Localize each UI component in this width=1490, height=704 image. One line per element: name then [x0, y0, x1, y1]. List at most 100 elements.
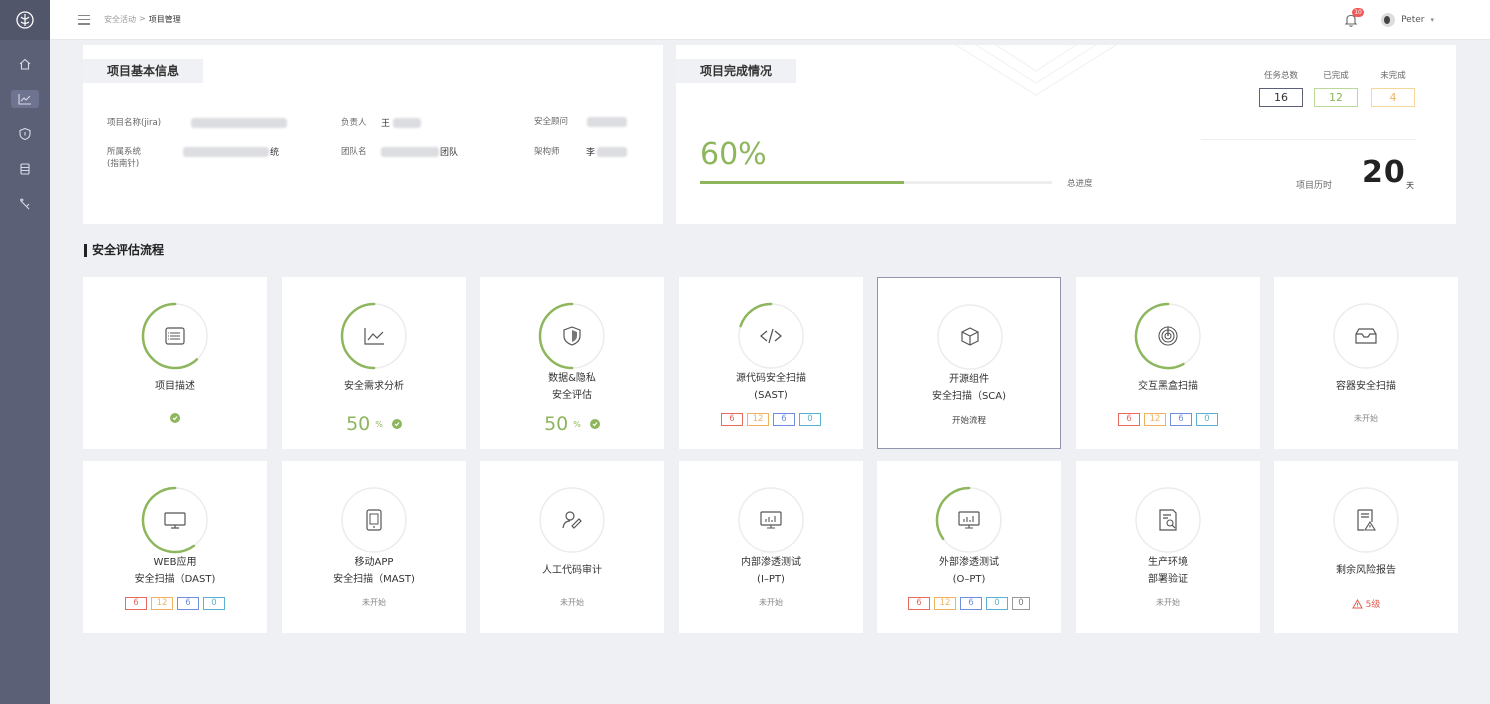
cube-icon	[937, 304, 1003, 370]
issue-count-cyan[interactable]: 0	[799, 413, 821, 426]
menu-toggle-icon[interactable]	[78, 14, 90, 25]
status-text: 未开始	[759, 598, 783, 607]
issue-count-red[interactable]: 6	[908, 597, 930, 610]
owner-label: 负责人	[341, 118, 367, 128]
basic-info-title: 项目基本信息	[83, 59, 204, 83]
card-title-line1: 剩余风险报告	[1336, 565, 1396, 576]
breadcrumb-item-activity[interactable]: 安全活动	[104, 14, 136, 25]
card-title-line1: 人工代码审计	[542, 565, 602, 576]
owner-value-blur	[393, 118, 421, 128]
card-title-line1: 外部渗透测试	[939, 557, 999, 568]
process-card-12[interactable]: 外部渗透测试 (O–PT) 6 12 6 0 0	[877, 461, 1061, 633]
shield-icon	[19, 127, 31, 140]
breadcrumb-separator: >	[139, 14, 146, 23]
notification-button[interactable]: 10	[1343, 8, 1365, 28]
sidebar-item-activity[interactable]	[0, 81, 50, 116]
wrench-icon	[20, 197, 30, 209]
process-card-1[interactable]: 项目描述	[83, 277, 267, 449]
card-title: 外部渗透测试 (O–PT)	[877, 554, 1061, 588]
duration-label: 项目历时	[1296, 181, 1333, 191]
system-label: 所属系统 (指南针)	[107, 146, 141, 170]
card-footer: 50%	[480, 413, 664, 435]
sidebar-item-tools[interactable]	[0, 186, 50, 221]
home-icon	[19, 58, 31, 70]
status-text: 未开始	[1354, 414, 1378, 423]
process-card-13[interactable]: 生产环境 部署验证 未开始	[1076, 461, 1260, 633]
duration-unit: 天	[1406, 181, 1414, 190]
sidebar-item-home[interactable]	[0, 46, 50, 81]
issue-count-orange[interactable]: 12	[1144, 413, 1166, 426]
card-title-line1: 开源组件	[949, 374, 989, 385]
user-menu[interactable]: Peter ▾	[1381, 13, 1434, 27]
card-title: 开源组件 安全扫描（SCA)	[878, 371, 1060, 405]
sidebar-item-security[interactable]	[0, 116, 50, 151]
advisor-label: 安全顾问	[534, 117, 569, 127]
team-label: 团队名	[341, 147, 367, 157]
card-percent-unit: %	[375, 419, 383, 429]
issue-count-blue[interactable]: 6	[960, 597, 982, 610]
issue-count-orange[interactable]: 12	[934, 597, 956, 610]
card-title-line1: 项目描述	[155, 381, 195, 392]
process-card-2[interactable]: 安全需求分析 50%	[282, 277, 466, 449]
card-title-line1: 容器安全扫描	[1336, 381, 1396, 392]
shield-icon	[538, 302, 606, 370]
card-title-line2: 安全扫描（DAST)	[134, 574, 216, 585]
screen-chart-icon	[935, 486, 1003, 554]
issue-count-red[interactable]: 6	[721, 413, 743, 426]
status-text: 未开始	[362, 598, 386, 607]
completion-percent: 60%	[700, 137, 767, 172]
process-card-9[interactable]: 移动APP 安全扫描（MAST) 未开始	[282, 461, 466, 633]
issue-count-cyan[interactable]: 0	[986, 597, 1008, 610]
card-percent: 50	[544, 413, 569, 435]
issue-count-red[interactable]: 6	[125, 597, 147, 610]
process-card-7[interactable]: 容器安全扫描 未开始	[1274, 277, 1458, 449]
process-card-3[interactable]: 数据&隐私 安全评估 50%	[480, 277, 664, 449]
card-footer: 未开始	[480, 597, 664, 608]
issue-count-orange[interactable]: 12	[747, 413, 769, 426]
check-icon	[391, 419, 402, 429]
issue-count-blue[interactable]: 6	[177, 597, 199, 610]
card-percent: 50	[346, 413, 371, 435]
card-title: 容器安全扫描	[1274, 378, 1458, 395]
process-card-6[interactable]: 交互黑盒扫描 6 12 6 0	[1076, 277, 1260, 449]
done-count: 12	[1314, 88, 1358, 107]
issue-count-red[interactable]: 6	[1118, 413, 1140, 426]
process-card-11[interactable]: 内部渗透测试 (I–PT) 未开始	[679, 461, 863, 633]
card-title-line2: 部署验证	[1148, 574, 1188, 585]
database-icon	[20, 162, 30, 175]
card-title-line2: (O–PT)	[952, 574, 986, 585]
process-card-14[interactable]: 剩余风险报告 5级	[1274, 461, 1458, 633]
app-logo[interactable]	[0, 0, 50, 40]
card-title: 剩余风险报告	[1274, 562, 1458, 579]
process-card-4[interactable]: 源代码安全扫描 (SAST) 6 12 6 0	[679, 277, 863, 449]
breadcrumb-item-current: 项目管理	[148, 15, 181, 24]
team-value: 团队	[440, 148, 459, 158]
issue-count-cyan[interactable]: 0	[1196, 413, 1218, 426]
issue-count-gray[interactable]: 0	[1012, 597, 1030, 610]
issue-count-cyan[interactable]: 0	[203, 597, 225, 610]
process-card-8[interactable]: WEB应用 安全扫描（DAST) 6 12 6 0	[83, 461, 267, 633]
process-card-10[interactable]: 人工代码审计 未开始	[480, 461, 664, 633]
issue-count-blue[interactable]: 6	[773, 413, 795, 426]
card-footer: 50%	[282, 413, 466, 435]
user-name: Peter	[1401, 15, 1425, 25]
issue-count-orange[interactable]: 12	[151, 597, 173, 610]
progress-caption: 总进度	[1067, 179, 1093, 189]
card-title: 数据&隐私 安全评估	[480, 370, 664, 404]
architect-label: 架构师	[534, 147, 560, 157]
start-process-link[interactable]: 开始流程	[952, 414, 986, 426]
sidebar-item-database[interactable]	[0, 151, 50, 186]
done-label: 已完成	[1323, 71, 1349, 81]
status-text: 未开始	[1156, 598, 1180, 607]
card-title-line1: 移动APP	[354, 557, 394, 568]
risk-level-text: 5级	[1365, 600, 1381, 610]
process-card-5[interactable]: 开源组件 安全扫描（SCA) 开始流程	[877, 277, 1061, 449]
issue-count-blue[interactable]: 6	[1170, 413, 1192, 426]
card-title-line1: 安全需求分析	[344, 381, 404, 392]
progress-fill	[700, 181, 905, 184]
avatar	[1381, 13, 1396, 27]
sidebar	[0, 0, 50, 704]
card-title-line1: 内部渗透测试	[741, 557, 801, 568]
risk-level: 5级	[1351, 597, 1381, 610]
warning-icon	[1351, 598, 1363, 608]
